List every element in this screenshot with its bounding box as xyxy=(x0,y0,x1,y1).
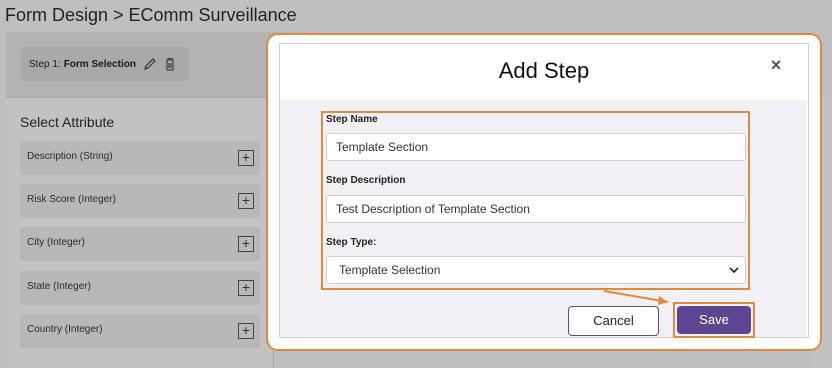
attribute-item-label: City (Integer) xyxy=(27,237,85,248)
chevron-down-icon xyxy=(729,267,739,274)
step-chip[interactable]: Step 1: Form Selection xyxy=(21,47,189,81)
cancel-button[interactable]: Cancel xyxy=(568,306,659,336)
attribute-panel-title: Select Attribute xyxy=(20,114,115,130)
step-description-label: Step Description xyxy=(326,175,406,186)
attribute-item[interactable]: Description (String) + xyxy=(20,141,260,175)
step-chip-name: Form Selection xyxy=(63,58,136,70)
attribute-item[interactable]: City (Integer) + xyxy=(20,227,260,261)
step-type-select[interactable]: Template Selection xyxy=(326,256,746,284)
trash-icon[interactable] xyxy=(162,56,178,72)
step-type-value: Template Selection xyxy=(339,263,441,277)
step-name-label: Step Name xyxy=(326,114,378,125)
attribute-item[interactable]: State (Integer) + xyxy=(20,271,260,305)
attribute-item[interactable]: Risk Score (Integer) + xyxy=(20,184,260,218)
attribute-item-label: Description (String) xyxy=(27,151,113,162)
attribute-item[interactable]: Country (Integer) + xyxy=(20,314,260,348)
attribute-item-label: State (Integer) xyxy=(27,281,91,292)
step-description-input[interactable] xyxy=(326,195,746,223)
add-icon[interactable]: + xyxy=(238,236,254,252)
attribute-item-label: Country (Integer) xyxy=(27,324,103,335)
step-type-label: Step Type: xyxy=(326,237,377,248)
close-icon[interactable]: × xyxy=(766,56,786,76)
attribute-item-label: Risk Score (Integer) xyxy=(27,194,116,205)
add-icon[interactable]: + xyxy=(238,280,254,296)
breadcrumb: Form Design > EComm Surveillance xyxy=(5,5,297,25)
add-icon[interactable]: + xyxy=(238,323,254,339)
add-icon[interactable]: + xyxy=(238,193,254,209)
step-chip-prefix: Step 1: xyxy=(29,58,61,70)
step-name-input[interactable] xyxy=(326,133,746,161)
add-icon[interactable]: + xyxy=(238,150,254,166)
save-button[interactable]: Save xyxy=(677,306,751,334)
modal-title: Add Step xyxy=(498,58,590,83)
pencil-icon[interactable] xyxy=(142,56,158,72)
